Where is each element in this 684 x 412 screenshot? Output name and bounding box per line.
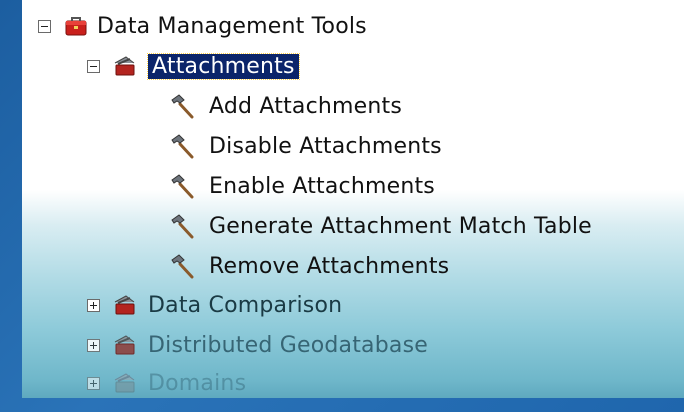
tool-label: Enable Attachments xyxy=(209,173,435,199)
toolset-icon xyxy=(112,53,138,79)
hammer-icon xyxy=(169,93,195,119)
tree-node-label: Data Management Tools xyxy=(97,13,367,39)
tool-add-attachments[interactable]: Add Attachments xyxy=(169,89,402,123)
collapse-toggle[interactable] xyxy=(87,59,100,73)
tree-node-label: Attachments xyxy=(147,52,300,80)
tree-node-distributed-geodatabase[interactable]: Distributed Geodatabase xyxy=(87,328,428,362)
tool-label: Disable Attachments xyxy=(209,133,442,159)
hammer-icon xyxy=(169,253,195,279)
toolset-icon xyxy=(112,292,138,318)
toolbox-icon xyxy=(63,13,89,39)
hammer-icon xyxy=(169,213,195,239)
tree-node-label: Data Comparison xyxy=(148,292,343,318)
tool-label: Add Attachments xyxy=(209,93,403,119)
hammer-icon xyxy=(169,173,195,199)
tree-node-label: Domains xyxy=(148,370,247,396)
toolset-icon xyxy=(112,370,138,396)
collapse-toggle[interactable] xyxy=(38,19,51,33)
tree-node-label: Distributed Geodatabase xyxy=(148,332,428,358)
tree-node-data-management-tools[interactable]: Data Management Tools xyxy=(38,9,367,43)
toolbox-tree-panel: Data Management Tools Attachments Add At… xyxy=(22,0,684,398)
expand-toggle[interactable] xyxy=(87,338,100,352)
tool-label: Remove Attachments xyxy=(209,253,450,279)
tool-generate-attachment-match-table[interactable]: Generate Attachment Match Table xyxy=(169,209,592,243)
tool-disable-attachments[interactable]: Disable Attachments xyxy=(169,129,442,163)
tool-remove-attachments[interactable]: Remove Attachments xyxy=(169,249,449,283)
toolset-icon xyxy=(112,332,138,358)
tree-node-domains[interactable]: Domains xyxy=(87,366,246,400)
hammer-icon xyxy=(169,133,195,159)
tool-label: Generate Attachment Match Table xyxy=(209,213,592,239)
expand-toggle[interactable] xyxy=(87,298,100,312)
expand-toggle[interactable] xyxy=(87,376,100,390)
tool-enable-attachments[interactable]: Enable Attachments xyxy=(169,169,435,203)
tree-node-attachments[interactable]: Attachments xyxy=(87,49,300,83)
tree-node-data-comparison[interactable]: Data Comparison xyxy=(87,288,342,322)
